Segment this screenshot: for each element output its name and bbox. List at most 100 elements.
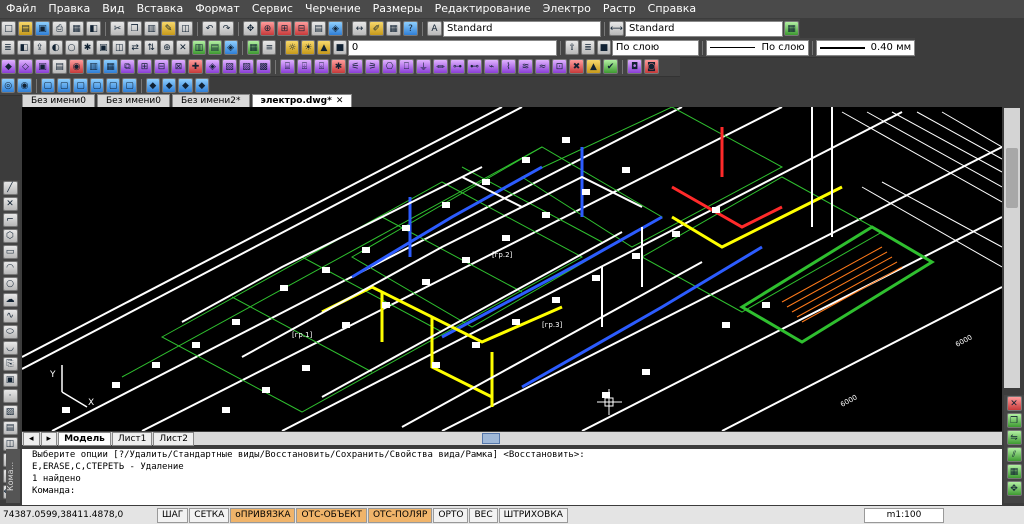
move-icon[interactable]: ✥ bbox=[1006, 481, 1022, 496]
point-icon[interactable]: · bbox=[2, 389, 18, 403]
layer-tools-icon[interactable]: ◈ bbox=[223, 40, 238, 55]
menu-view[interactable]: Вид bbox=[96, 0, 130, 18]
view-top-icon[interactable]: ▢ bbox=[40, 78, 55, 93]
lock-icon[interactable]: ▲ bbox=[317, 40, 331, 55]
layer-lock-icon[interactable]: ▣ bbox=[96, 40, 111, 55]
print-icon[interactable]: ⎙ bbox=[52, 21, 67, 36]
save-icon[interactable]: ▣ bbox=[35, 21, 50, 36]
electro-tool-icon[interactable]: ▲ bbox=[586, 59, 601, 74]
zoom-previous-icon[interactable]: ⊟ bbox=[294, 21, 309, 36]
tab-document-electro[interactable]: электро.dwg* ✕ bbox=[251, 94, 353, 107]
tab-model[interactable]: Модель bbox=[58, 431, 111, 446]
electro-tool-icon[interactable]: ▩ bbox=[256, 59, 271, 74]
electro-tool-icon[interactable]: ◙ bbox=[644, 59, 659, 74]
view-bottom-icon[interactable]: ▢ bbox=[56, 78, 72, 93]
redo-icon[interactable]: ↷ bbox=[219, 21, 234, 36]
electro-tool-icon[interactable]: ≈ bbox=[535, 59, 550, 74]
tab-layout1[interactable]: Лист1 bbox=[111, 431, 153, 446]
electro-tool-icon[interactable]: ◇ bbox=[18, 59, 33, 74]
properties-icon[interactable]: ▤ bbox=[311, 21, 326, 36]
tab-document-0[interactable]: Без имени0 bbox=[22, 94, 95, 107]
menu-draw[interactable]: Черчение bbox=[299, 0, 367, 18]
snap-toggle[interactable]: ШАГ bbox=[157, 507, 189, 523]
scroll-thumb[interactable] bbox=[1006, 148, 1018, 208]
electro-tool-icon[interactable]: ⊠ bbox=[171, 59, 186, 74]
arc-icon[interactable]: ◠ bbox=[2, 261, 18, 275]
electro-tool-icon[interactable]: ✚ bbox=[188, 59, 203, 74]
view-sw-iso-icon[interactable]: ◆ bbox=[145, 78, 160, 93]
orbit-free-icon[interactable]: ◉ bbox=[17, 78, 32, 93]
ellipse-icon[interactable]: ⬭ bbox=[2, 325, 18, 339]
menu-edit[interactable]: Правка bbox=[42, 0, 96, 18]
zoom-realtime-icon[interactable]: ⊕ bbox=[260, 21, 275, 36]
ellipse-arc-icon[interactable]: ◡ bbox=[2, 341, 18, 355]
markup-icon[interactable]: ✐ bbox=[369, 21, 384, 36]
undo-icon[interactable]: ↶ bbox=[202, 21, 217, 36]
menu-tools[interactable]: Сервис bbox=[246, 0, 299, 18]
pan-icon[interactable]: ✥ bbox=[243, 21, 258, 36]
menu-help[interactable]: Справка bbox=[642, 0, 702, 18]
electro-tool-icon[interactable]: ⌺ bbox=[314, 59, 329, 74]
drawing-canvas[interactable]: [гр.1] [гр.2] [гр.3] 6000 6000 Y X bbox=[22, 107, 1002, 431]
menu-format[interactable]: Формат bbox=[189, 0, 246, 18]
layer-merge-icon[interactable]: ⊕ bbox=[160, 40, 174, 55]
erase-icon[interactable]: ✕ bbox=[1006, 396, 1022, 411]
layer-filter-icon[interactable]: ▤ bbox=[207, 40, 222, 55]
osnap-toggle[interactable]: оПРИВЯЗКА bbox=[230, 507, 296, 523]
view-left-icon[interactable]: ▢ bbox=[73, 78, 88, 93]
layer-properties-icon[interactable]: ≡ bbox=[262, 40, 277, 55]
layer-match-icon[interactable]: ⇄ bbox=[128, 40, 143, 55]
view-se-iso-icon[interactable]: ◆ bbox=[162, 78, 177, 93]
cut-icon[interactable]: ✂ bbox=[110, 21, 125, 36]
layer-change-icon[interactable]: ⇅ bbox=[144, 40, 159, 55]
electro-tool-icon[interactable]: ▥ bbox=[86, 59, 101, 74]
electro-tool-icon[interactable]: ✖ bbox=[569, 59, 584, 74]
electro-tool-icon[interactable]: ⎔ bbox=[382, 59, 397, 74]
print-preview-icon[interactable]: ▦ bbox=[69, 21, 84, 36]
electro-tool-icon[interactable]: ◆ bbox=[1, 59, 16, 74]
menu-modify[interactable]: Редактирование bbox=[429, 0, 537, 18]
ortho-toggle[interactable]: ОРТО bbox=[433, 507, 469, 523]
polyline-icon[interactable]: ⌐ bbox=[2, 213, 18, 227]
layer-walk-icon[interactable]: ◫ bbox=[112, 40, 127, 55]
match-properties-icon[interactable]: ✎ bbox=[161, 21, 176, 36]
electro-tool-icon[interactable]: ▤ bbox=[52, 59, 67, 74]
layer-states-icon[interactable]: ▥ bbox=[191, 40, 206, 55]
electro-tool-icon[interactable]: ⊡ bbox=[552, 59, 567, 74]
dim-style-select[interactable]: Standard bbox=[625, 20, 783, 37]
command-line[interactable]: Выберите опции [?/Удалить/Стандартные ви… bbox=[22, 449, 1002, 505]
electro-tool-icon[interactable]: ▦ bbox=[103, 59, 118, 74]
layer-translate-icon[interactable]: ▦ bbox=[246, 40, 261, 55]
electro-tool-icon[interactable]: ◘ bbox=[627, 59, 642, 74]
measure-icon[interactable]: ↔ bbox=[352, 21, 367, 36]
insert-block-icon[interactable]: ⎘ bbox=[2, 357, 18, 371]
table-style-icon[interactable]: ▦ bbox=[784, 21, 799, 36]
view-front-icon[interactable]: ▢ bbox=[106, 78, 121, 93]
electro-tool-icon[interactable]: ⎕ bbox=[399, 59, 414, 74]
hatch-toggle[interactable]: ШТРИХОВКА bbox=[498, 507, 568, 523]
layer-off-icon[interactable]: ○ bbox=[64, 40, 79, 55]
linetype-select[interactable]: По слою bbox=[705, 39, 809, 56]
electro-tool-icon[interactable]: ◈ bbox=[205, 59, 220, 74]
copy-object-icon[interactable]: ❐ bbox=[1006, 413, 1022, 428]
otrack-toggle[interactable]: ОТС-ОБЪЕКТ bbox=[296, 507, 367, 523]
gradient-icon[interactable]: ▤ bbox=[2, 421, 18, 435]
nav-prev-icon[interactable]: ◂ bbox=[23, 431, 40, 446]
new-file-icon[interactable]: □ bbox=[1, 21, 16, 36]
calculator-icon[interactable]: ▦ bbox=[386, 21, 401, 36]
color-select[interactable]: По слою bbox=[611, 39, 699, 56]
layer-select[interactable]: 0 bbox=[347, 39, 558, 56]
layer-manager-icon[interactable]: ≣ bbox=[1, 40, 15, 55]
layer-up-icon[interactable]: ⇧ bbox=[565, 40, 580, 55]
menu-raster[interactable]: Растр bbox=[597, 0, 642, 18]
menu-dimensions[interactable]: Размеры bbox=[367, 0, 429, 18]
construction-line-icon[interactable]: ✕ bbox=[2, 197, 18, 211]
mirror-icon[interactable]: ⇋ bbox=[1006, 430, 1022, 445]
command-prompt[interactable]: Команда: bbox=[22, 485, 1002, 497]
electro-tool-icon[interactable]: ⊞ bbox=[137, 59, 152, 74]
electro-tool-icon[interactable]: ▣ bbox=[35, 59, 50, 74]
tab-layout2[interactable]: Лист2 bbox=[153, 431, 194, 446]
copy-icon[interactable]: ❐ bbox=[127, 21, 142, 36]
orbit-icon[interactable]: ◎ bbox=[1, 78, 16, 93]
electro-tool-icon[interactable]: ✱ bbox=[331, 59, 346, 74]
